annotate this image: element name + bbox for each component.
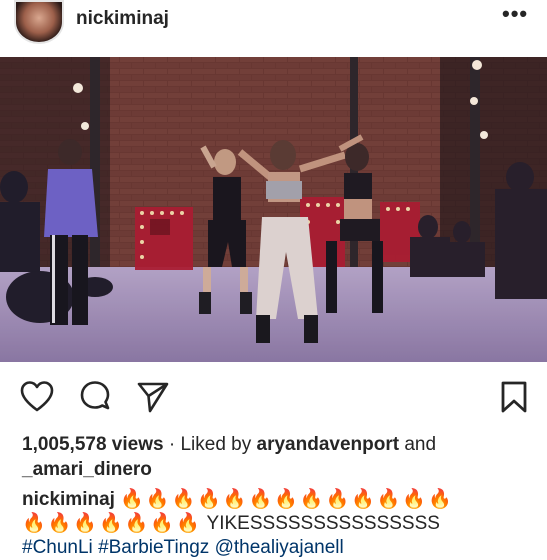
more-options-icon[interactable]: •••	[502, 3, 528, 25]
caption-text: YIKESSSSSSSSSSSSSSS	[206, 513, 440, 534]
paper-plane-icon[interactable]	[136, 380, 170, 414]
fire-emoji-row: 🔥🔥🔥🔥🔥🔥🔥	[22, 513, 202, 534]
caption-author[interactable]: nickiminaj	[22, 489, 115, 510]
post-username[interactable]: nickiminaj	[76, 8, 169, 30]
mention-link[interactable]: @thealiyajanell	[215, 537, 344, 558]
liked-user-link[interactable]: aryandavenport	[257, 434, 400, 455]
engagement-stats: 1,005,578 views · Liked by aryandavenpor…	[22, 432, 532, 482]
action-bar	[0, 364, 547, 434]
comment-icon[interactable]	[78, 380, 112, 414]
heart-icon[interactable]	[20, 380, 54, 414]
liked-user-link[interactable]: _amari_dinero	[22, 459, 152, 480]
view-count[interactable]: 1,005,578 views	[22, 434, 164, 455]
post-video[interactable]	[0, 57, 547, 362]
post-header: nickiminaj •••	[0, 0, 547, 56]
video-frame	[0, 57, 547, 362]
liked-by-text: · Liked by	[163, 434, 257, 455]
and-text: and	[399, 434, 437, 455]
fire-emoji-row: 🔥🔥🔥🔥🔥🔥🔥🔥🔥🔥🔥🔥🔥	[120, 489, 454, 510]
hashtag-link[interactable]: #ChunLi	[22, 537, 93, 558]
bookmark-icon[interactable]	[497, 380, 531, 414]
hashtag-link[interactable]: #BarbieTingz	[98, 537, 209, 558]
avatar[interactable]	[14, 0, 64, 44]
post-caption: nickiminaj 🔥🔥🔥🔥🔥🔥🔥🔥🔥🔥🔥🔥🔥 🔥🔥🔥🔥🔥🔥🔥 YIKESSS…	[22, 488, 537, 560]
